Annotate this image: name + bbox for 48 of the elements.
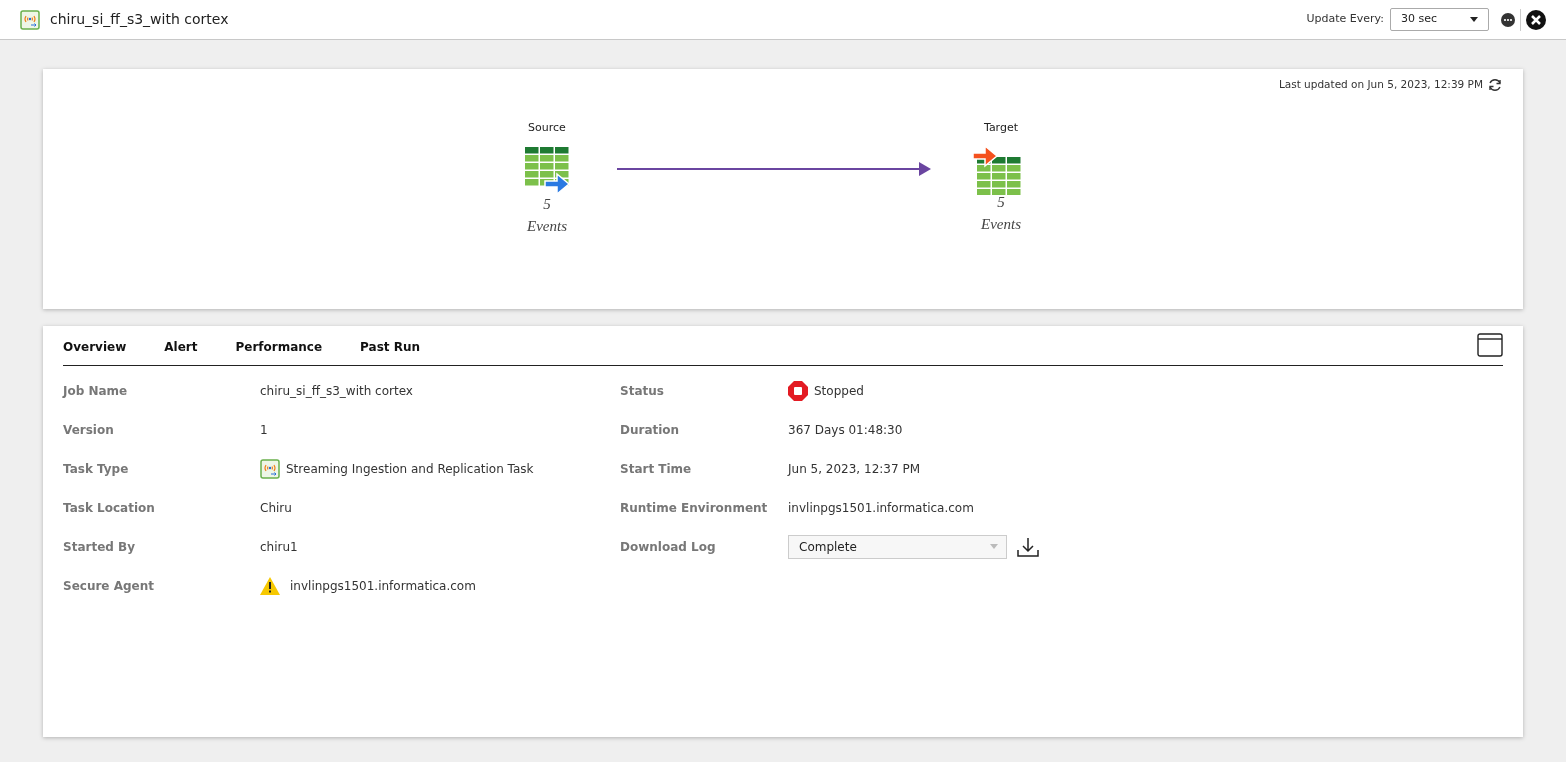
refresh-icon[interactable] — [1487, 77, 1503, 93]
table-with-arrow-icon — [973, 144, 1023, 195]
event-count: 5 — [543, 194, 551, 214]
detail-label: Download Log — [620, 538, 717, 556]
tab[interactable]: Performance — [235, 338, 323, 365]
window-title: chiru_si_ff_s3_with cortex — [50, 10, 229, 29]
tab[interactable]: Past Run — [360, 338, 421, 365]
detail-label: Duration — [620, 421, 681, 439]
window-icon[interactable] — [1477, 333, 1503, 357]
detail-value: 367 Days 01:48:30 — [788, 421, 903, 439]
detail-value: chiru_si_ff_s3_with cortex — [260, 382, 413, 400]
detail-label: Started By — [63, 538, 136, 556]
detail-value: 1 — [260, 421, 268, 439]
detail-label: Job Name — [63, 382, 129, 400]
more-icon[interactable] — [1501, 12, 1515, 27]
detail-value: Stopped — [814, 382, 864, 400]
detail-label: Version — [63, 421, 115, 439]
download-icon[interactable] — [1017, 536, 1039, 557]
detail-value: invlinpgs1501.informatica.com — [290, 577, 476, 595]
streaming-task-icon — [20, 9, 40, 30]
caret-icon — [1470, 17, 1478, 22]
detail-value: Chiru — [260, 499, 292, 517]
detail-label: Secure Agent — [63, 577, 155, 595]
tab[interactable]: Alert — [164, 338, 198, 365]
tab[interactable]: Overview — [63, 338, 127, 365]
detail-label: Task Type — [63, 460, 130, 478]
stop-status-icon — [788, 380, 808, 401]
detail-value: invlinpgs1501.informatica.com — [788, 499, 974, 517]
update-label: Update Every: — [1306, 11, 1384, 28]
update-interval-dropdown[interactable]: 30 sec — [1390, 8, 1489, 31]
last-updated-text: Last updated on Jun 5, 2023, 12:39 PM — [1278, 77, 1483, 93]
detail-value: Jun 5, 2023, 12:37 PM — [788, 460, 920, 478]
streaming-task-icon — [260, 458, 280, 479]
node-label: Source — [528, 120, 566, 136]
warning-icon — [260, 576, 280, 595]
event-unit: Events — [981, 215, 1021, 234]
detail-label: Status — [620, 382, 665, 400]
node-label: Target — [984, 120, 1018, 136]
detail-value: Streaming Ingestion and Replication Task — [286, 460, 534, 478]
event-count: 5 — [997, 192, 1005, 212]
event-unit: Events — [527, 217, 567, 236]
detail-label: Task Location — [63, 499, 156, 517]
caret-icon — [990, 544, 998, 549]
close-icon[interactable] — [1526, 9, 1546, 30]
log-type-dropdown[interactable]: Complete — [788, 534, 1007, 559]
detail-value: chiru1 — [260, 538, 298, 556]
detail-label: Start Time — [620, 460, 693, 478]
detail-label: Runtime Environment — [620, 499, 769, 517]
